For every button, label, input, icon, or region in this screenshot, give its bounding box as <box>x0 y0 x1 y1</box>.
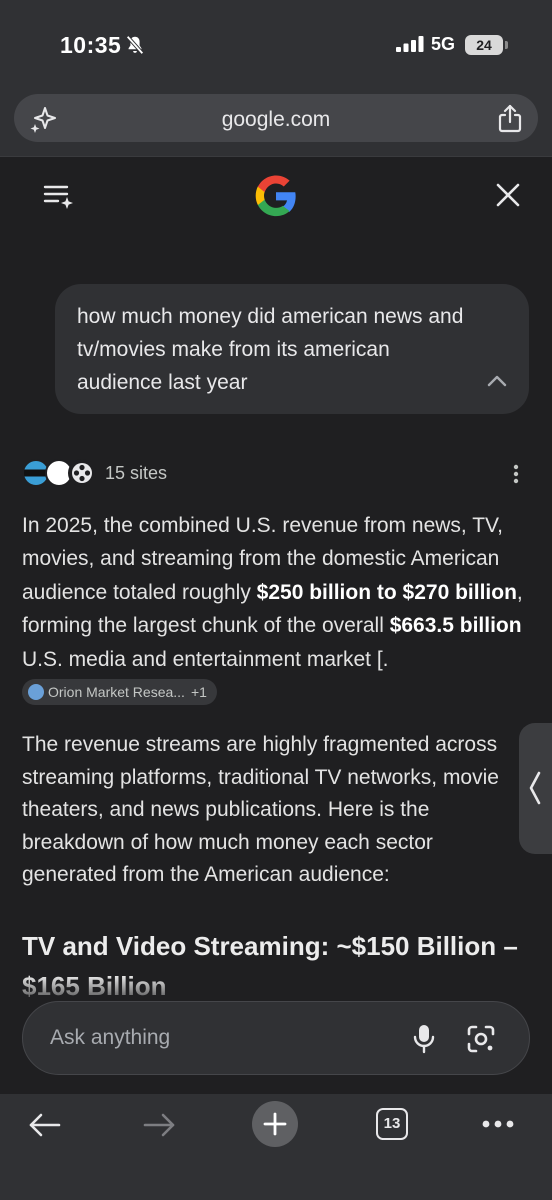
source-citation-chip[interactable]: Orion Market Resea... +1 <box>22 679 217 706</box>
new-tab-button[interactable] <box>252 1101 298 1147</box>
source-favicons[interactable] <box>22 459 98 489</box>
ask-input-bar[interactable]: Ask anything <box>22 1001 530 1075</box>
film-reel-icon <box>68 459 96 487</box>
battery-tip <box>505 41 508 49</box>
google-lens-icon[interactable] <box>466 1024 496 1054</box>
forward-arrow-icon[interactable] <box>142 1112 176 1138</box>
microphone-icon[interactable] <box>412 1023 436 1055</box>
answer-text: U.S. media and entertainment market [. <box>22 647 389 671</box>
citation-label: Orion Market Resea... <box>48 684 185 701</box>
status-time: 10:35 <box>60 32 122 58</box>
more-menu-icon[interactable] <box>481 1119 515 1129</box>
google-logo-icon[interactable] <box>253 173 299 219</box>
browser-bottom-nav: 13 <box>0 1094 552 1200</box>
sources-count[interactable]: 15 sites <box>105 463 167 484</box>
bell-muted-icon <box>126 35 144 55</box>
chevron-up-icon[interactable] <box>486 374 508 388</box>
answer-paragraph-2: The revenue streams are highly fragmente… <box>22 733 499 887</box>
toolbar-divider <box>0 156 552 157</box>
battery-icon: 24 <box>465 35 503 55</box>
answer-bold-range: $250 billion to $270 billion <box>256 580 517 604</box>
citation-more-count: +1 <box>190 684 207 701</box>
history-menu-icon[interactable] <box>42 180 76 214</box>
orion-site-icon <box>28 684 44 701</box>
back-arrow-icon[interactable] <box>28 1112 62 1138</box>
share-icon[interactable] <box>496 104 524 134</box>
user-query-text: how much money did american news and tv/… <box>77 305 464 394</box>
more-options-icon[interactable] <box>506 462 526 486</box>
answer-paragraph-1: In 2025, the combined U.S. revenue from … <box>22 509 532 709</box>
network-type: 5G <box>431 34 456 54</box>
side-panel-handle[interactable] <box>519 723 552 854</box>
plus-icon <box>263 1112 287 1136</box>
chevron-left-icon <box>529 771 541 805</box>
close-icon[interactable] <box>494 181 522 209</box>
address-bar[interactable]: google.com <box>14 94 538 142</box>
user-query-bubble[interactable]: how much money did american news and tv/… <box>55 284 529 414</box>
url-text[interactable]: google.com <box>14 108 538 132</box>
ask-input-placeholder[interactable]: Ask anything <box>50 1026 170 1050</box>
browser-toolbar: google.com <box>0 88 552 156</box>
status-bar: 10:35 5G 24 <box>0 0 552 88</box>
tab-switcher-button[interactable]: 13 <box>376 1108 408 1140</box>
answer-bold-total: $663.5 billion <box>389 614 522 638</box>
signal-icon <box>396 36 424 52</box>
